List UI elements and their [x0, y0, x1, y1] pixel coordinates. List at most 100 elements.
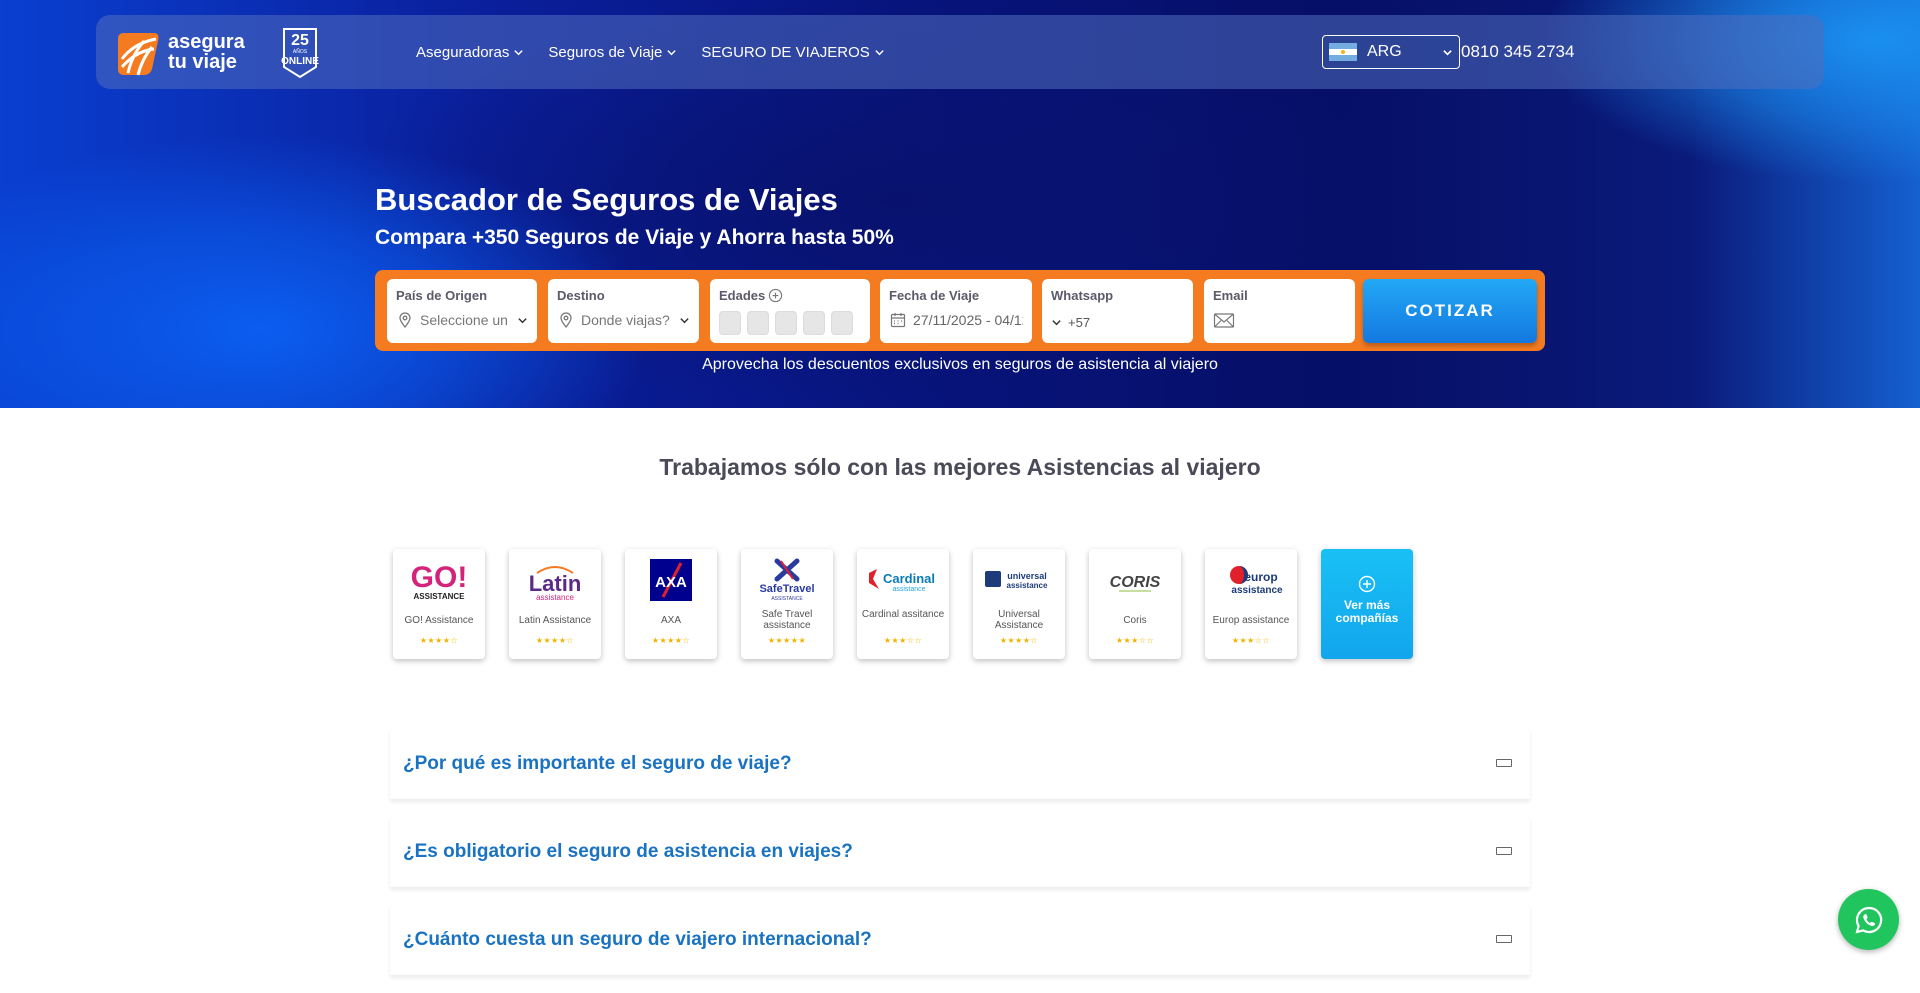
site-logo[interactable]: asegura tu viaje 25 AÑOS ONLINE [114, 25, 319, 79]
travel-dates-field[interactable]: Fecha de Viaje 27/11/2025 - 04/12/2025 [880, 279, 1032, 343]
age-inputs [719, 311, 861, 335]
whatsapp-chat-button[interactable] [1838, 889, 1899, 950]
destination-label: Destino [557, 288, 605, 303]
rating-stars: ★★★☆☆ [883, 636, 923, 645]
hero-title: Buscador de Seguros de Viajes [375, 182, 838, 217]
rating-stars: ★★★★☆ [999, 636, 1039, 645]
anniversary-badge-icon: 25 AÑOS ONLINE [281, 28, 319, 79]
partner-card-universal[interactable]: assistance universal assistance Universa… [973, 549, 1065, 659]
menu-label: Seguros de Viaje [548, 43, 663, 61]
partner-name: Universal Assistance [994, 609, 1044, 631]
age-input[interactable] [831, 311, 853, 335]
cotizar-button[interactable]: COTIZAR [1363, 279, 1537, 343]
europ-assistance-logo: europ assistance [1230, 566, 1283, 596]
rating-stars: ★★★★☆ [535, 636, 575, 645]
age-input[interactable] [803, 311, 825, 335]
ages-label: Edades [719, 288, 766, 303]
collapse-toggle-icon[interactable] [1496, 759, 1512, 767]
partners-list: GO! ASSISTANCE GO! Assistance ★★★★☆ Lati… [393, 549, 1413, 659]
logo-wordmark: asegura tu viaje [168, 32, 245, 72]
rating-stars: ★★★☆☆ [1115, 636, 1155, 645]
badge-line-1: AÑOS [293, 48, 308, 55]
menu-aseguradoras[interactable]: Aseguradoras [416, 44, 524, 61]
origin-placeholder: Seleccione un país [420, 312, 511, 328]
dates-label: Fecha de Viaje [889, 288, 980, 303]
latin-assistance-logo: Latin assistance [529, 566, 581, 602]
badge-number: 25 [291, 32, 309, 49]
latin-logo-sub: assistance [536, 593, 574, 602]
phone-prefix: +57 [1068, 315, 1091, 330]
country-code: ARG [1367, 43, 1402, 60]
hero-subtitle: Compara +350 Seguros de Viaje y Ahorra h… [375, 226, 894, 249]
partner-card-europ[interactable]: europ assistance Europ assistance ★★★☆☆ [1205, 549, 1297, 659]
chevron-down-icon [514, 49, 524, 55]
partner-card-axa[interactable]: AXA AXA ★★★★☆ [625, 549, 717, 659]
top-navbar: asegura tu viaje 25 AÑOS ONLINE Asegurad… [96, 15, 1824, 89]
cardinal-logo: Cardinal assistance [869, 569, 935, 593]
universal-logo-sub: assistance [1007, 581, 1048, 590]
partner-card-coris[interactable]: CORIS Coris ★★★☆☆ [1089, 549, 1181, 659]
universal-logo-text: universal [1007, 571, 1047, 581]
menu-label: Aseguradoras [416, 43, 510, 61]
partner-card-go-assistance[interactable]: GO! ASSISTANCE GO! Assistance ★★★★☆ [393, 549, 485, 659]
partner-name: Safe Travel assistance [761, 609, 813, 631]
partner-card-latin-assistance[interactable]: Latin assistance Latin Assistance ★★★★☆ [509, 549, 601, 659]
partner-card-cardinal[interactable]: Cardinal assistance Cardinal assitance ★… [857, 549, 949, 659]
chevron-down-icon [680, 317, 689, 323]
menu-label: SEGURO DE VIAJEROS [701, 43, 870, 61]
phone-number[interactable]: 0810 345 2734 [1461, 15, 1574, 89]
partner-name: Europ assistance [1212, 615, 1290, 626]
destination-placeholder: Donde viajas? [581, 312, 670, 328]
collapse-toggle-icon[interactable] [1496, 935, 1512, 943]
menu-seguro-de-viajeros[interactable]: SEGURO DE VIAJEROS [701, 44, 884, 61]
logo-line-1: asegura [168, 31, 245, 53]
collapse-toggle-icon[interactable] [1496, 847, 1512, 855]
universal-logo: assistance universal assistance [985, 571, 1048, 590]
hero-section: asegura tu viaje 25 AÑOS ONLINE Asegurad… [0, 0, 1920, 408]
calendar-icon [890, 313, 906, 328]
coris-logo: CORIS [1110, 574, 1161, 592]
logo-line-2: tu viaje [168, 51, 237, 73]
origin-label: País de Origen [396, 288, 488, 303]
safe-logo-sub: ASSISTANCE [771, 596, 803, 602]
dates-value: 27/11/2025 - 04/12/2025 [913, 312, 1023, 328]
rating-stars: ★★★★☆ [419, 636, 459, 645]
whatsapp-label: Whatsapp [1051, 288, 1114, 303]
add-circle-icon[interactable] [768, 288, 783, 303]
see-more-label: Ver más compañías [1335, 598, 1399, 625]
chevron-down-icon [667, 49, 677, 55]
cardinal-logo-sub: assistance [892, 586, 925, 593]
destination-field[interactable]: Destino Donde viajas? [548, 279, 699, 343]
origin-field[interactable]: País de Origen Seleccione un país [387, 279, 537, 343]
age-input[interactable] [775, 311, 797, 335]
chevron-down-icon[interactable] [1051, 317, 1062, 328]
country-select[interactable]: ARG [1322, 35, 1460, 69]
age-input[interactable] [719, 311, 741, 335]
rating-stars: ★★★★★ [767, 636, 807, 645]
partner-name: Cardinal assitance [861, 609, 945, 620]
faq-question: ¿Es obligatorio el seguro de asistencia … [403, 841, 853, 862]
rating-stars: ★★★☆☆ [1231, 636, 1271, 645]
axa-logo: AXA [650, 559, 692, 601]
see-more-companies-button[interactable]: Ver más compañías [1321, 549, 1413, 659]
faq-item[interactable]: ¿Por qué es importante el seguro de viaj… [390, 729, 1530, 799]
chevron-down-icon [875, 49, 884, 55]
ages-field[interactable]: Edades [710, 279, 870, 343]
partner-name: GO! Assistance [404, 615, 474, 626]
whatsapp-icon [1854, 906, 1882, 934]
faq-question: ¿Por qué es importante el seguro de viaj… [403, 753, 792, 774]
age-input[interactable] [747, 311, 769, 335]
promo-text: Aprovecha los descuentos exclusivos en s… [702, 356, 1218, 373]
partner-card-safe-travel[interactable]: SafeTravel ASSISTANCE Safe Travel assist… [741, 549, 833, 659]
faq-item[interactable]: ¿Cuánto cuesta un seguro de viajero inte… [390, 905, 1530, 975]
email-label: Email [1213, 288, 1248, 303]
menu-seguros-de-viaje[interactable]: Seguros de Viaje [548, 44, 677, 61]
go-logo-sub: ASSISTANCE [414, 592, 466, 601]
email-field[interactable]: Email [1204, 279, 1355, 343]
europ-logo-sub: assistance [1231, 585, 1283, 596]
whatsapp-field[interactable]: Whatsapp +57 [1042, 279, 1193, 343]
faq-item[interactable]: ¿Es obligatorio el seguro de asistencia … [390, 817, 1530, 887]
logo-globe-icon [118, 33, 159, 76]
chevron-down-icon [518, 317, 527, 323]
argentina-flag-icon [1329, 43, 1357, 61]
